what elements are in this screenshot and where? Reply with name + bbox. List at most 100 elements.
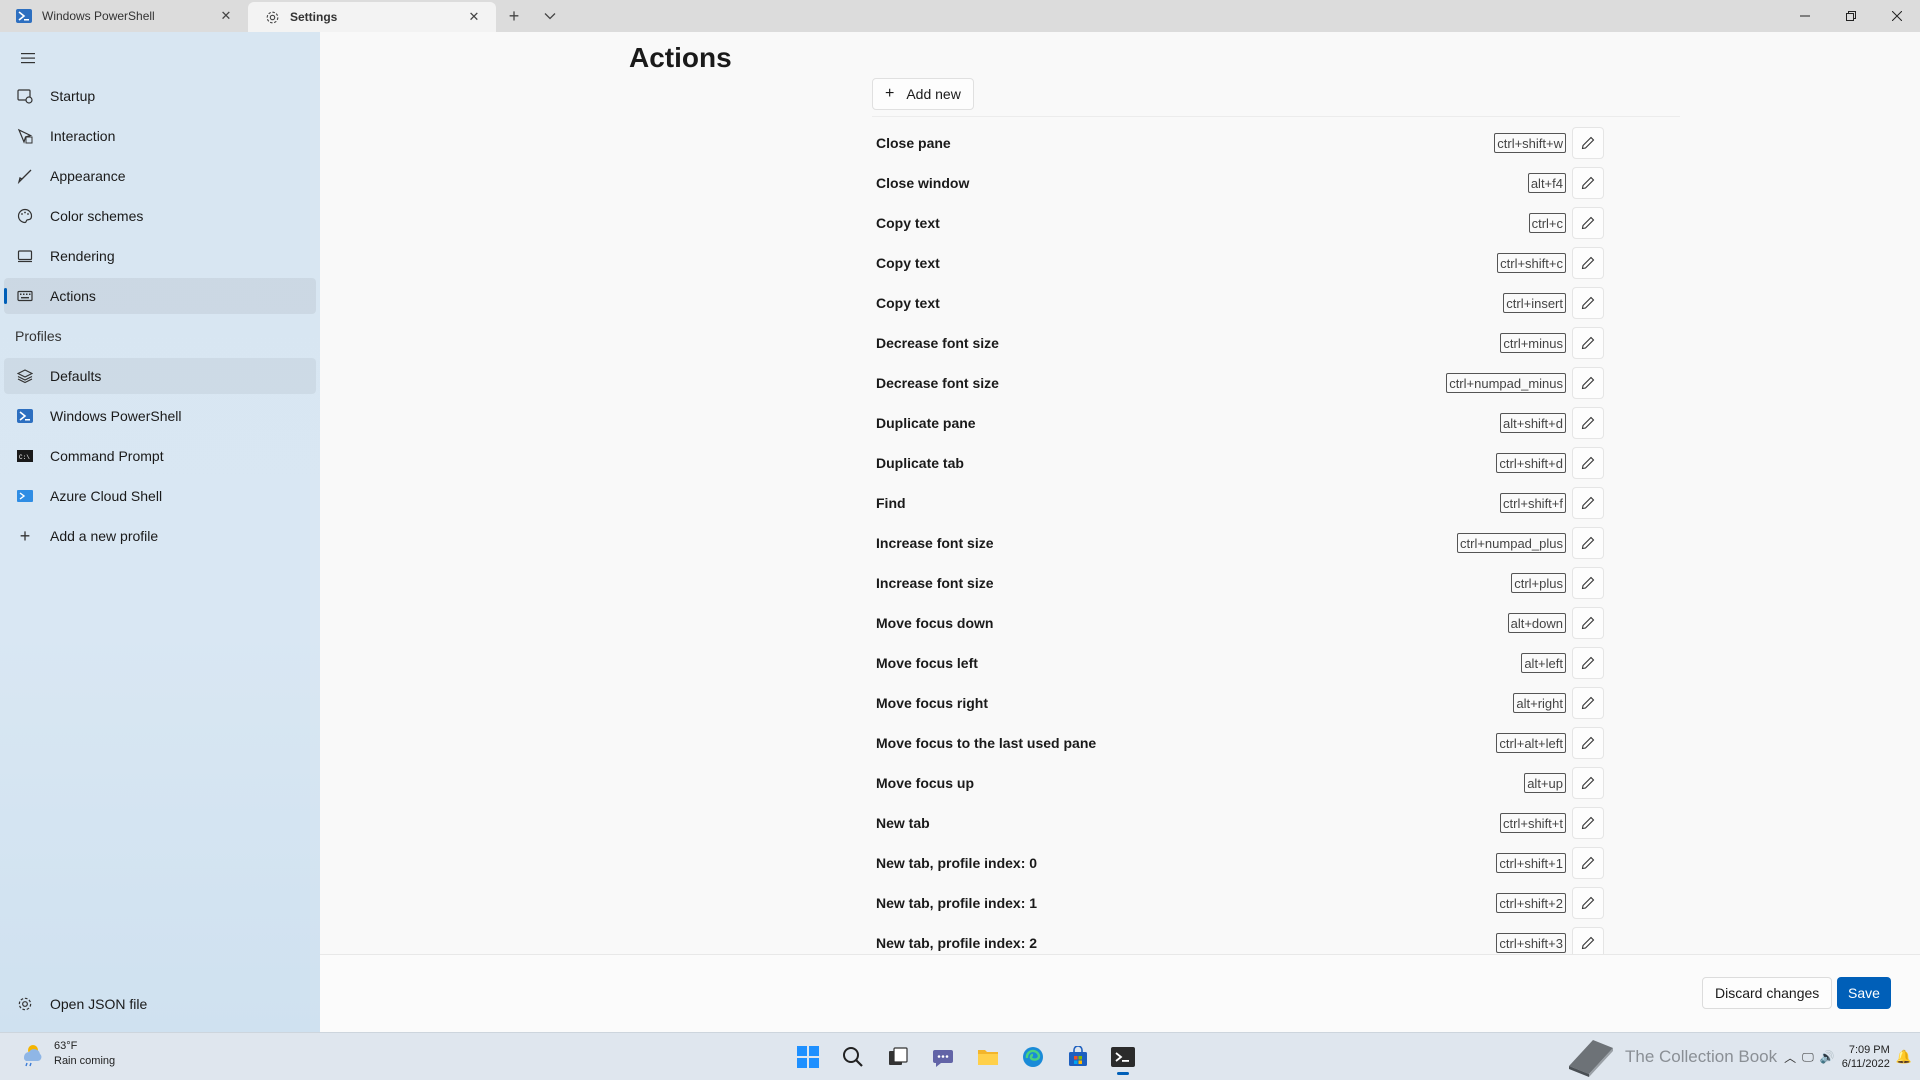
edit-action-button[interactable] <box>1572 287 1604 319</box>
actions-list: Close pane ctrl+shift+w Close window alt+f4… <box>876 123 1604 985</box>
weather-widget[interactable]: 63°F Rain coming <box>16 1039 115 1069</box>
key-chord: alt+right <box>1513 693 1566 713</box>
sidebar-item-label: Appearance <box>50 168 126 184</box>
edit-action-button[interactable] <box>1572 367 1604 399</box>
edit-action-button[interactable] <box>1572 607 1604 639</box>
terminal-button[interactable] <box>1103 1039 1143 1075</box>
action-row[interactable]: Decrease font size ctrl+numpad_minus <box>876 363 1604 403</box>
sidebar-item-interaction[interactable]: Interaction <box>4 118 316 154</box>
sidebar-item-windows-powershell[interactable]: Windows PowerShell <box>4 398 316 434</box>
sidebar-item-appearance[interactable]: Appearance <box>4 158 316 194</box>
pencil-icon <box>1581 616 1595 630</box>
edit-action-button[interactable] <box>1572 527 1604 559</box>
edit-action-button[interactable] <box>1572 247 1604 279</box>
action-row[interactable]: New tab, profile index: 0 ctrl+shift+1 <box>876 843 1604 883</box>
store-button[interactable] <box>1058 1039 1098 1075</box>
close-icon[interactable]: ✕ <box>464 7 484 27</box>
file-explorer-button[interactable] <box>968 1039 1008 1075</box>
action-name: Move focus down <box>876 615 994 631</box>
hamburger-menu-button[interactable] <box>8 42 48 74</box>
key-chord: alt+left <box>1521 653 1566 673</box>
action-row[interactable]: Duplicate tab ctrl+shift+d <box>876 443 1604 483</box>
edit-action-button[interactable] <box>1572 887 1604 919</box>
action-row[interactable]: Increase font size ctrl+plus <box>876 563 1604 603</box>
sidebar-item-rendering[interactable]: Rendering <box>4 238 316 274</box>
sidebar-item-azure-cloud-shell[interactable]: Azure Cloud Shell <box>4 478 316 514</box>
sidebar-item-startup[interactable]: Startup <box>4 78 316 114</box>
pencil-icon <box>1581 536 1595 550</box>
action-row[interactable]: Decrease font size ctrl+minus <box>876 323 1604 363</box>
teams-chat-button[interactable] <box>923 1039 963 1075</box>
action-row[interactable]: Move focus right alt+right <box>876 683 1604 723</box>
save-button[interactable]: Save <box>1837 977 1891 1009</box>
action-row[interactable]: Close pane ctrl+shift+w <box>876 123 1604 163</box>
action-row[interactable]: Move focus up alt+up <box>876 763 1604 803</box>
minimize-button[interactable] <box>1782 0 1828 32</box>
tab-settings[interactable]: Settings ✕ <box>248 2 496 32</box>
sidebar-item-actions[interactable]: Actions <box>4 278 316 314</box>
task-view-button[interactable] <box>878 1039 918 1075</box>
chevron-up-icon[interactable]: ︿ <box>1784 1049 1796 1066</box>
tray-icons[interactable]: ︿ 🖵 🔊 <box>1781 1049 1838 1066</box>
pencil-icon <box>1581 376 1595 390</box>
edit-action-button[interactable] <box>1572 647 1604 679</box>
action-row[interactable]: New tab, profile index: 1 ctrl+shift+2 <box>876 883 1604 923</box>
footer-bar: Discard changes Save <box>320 954 1920 1032</box>
search-icon <box>843 1047 863 1067</box>
weather-description: Rain coming <box>54 1055 116 1067</box>
sidebar: Startup Interaction Appearance Color sch… <box>0 32 320 1032</box>
edit-action-button[interactable] <box>1572 807 1604 839</box>
action-row[interactable]: Copy text ctrl+c <box>876 203 1604 243</box>
clock[interactable]: 7:09 PM 6/11/2022 <box>1842 1043 1890 1071</box>
discard-changes-button[interactable]: Discard changes <box>1702 977 1833 1009</box>
edit-action-button[interactable] <box>1572 487 1604 519</box>
edit-action-button[interactable] <box>1572 567 1604 599</box>
edit-action-button[interactable] <box>1572 407 1604 439</box>
action-row[interactable]: Find ctrl+shift+f <box>876 483 1604 523</box>
action-row[interactable]: Close window alt+f4 <box>876 163 1604 203</box>
start-button[interactable] <box>788 1039 828 1075</box>
tab-dropdown-button[interactable] <box>532 0 568 32</box>
action-row[interactable]: Move focus left alt+left <box>876 643 1604 683</box>
restore-button[interactable] <box>1828 0 1874 32</box>
key-chord: ctrl+shift+3 <box>1496 933 1566 953</box>
weather-temperature: 63°F <box>54 1040 78 1052</box>
edit-action-button[interactable] <box>1572 207 1604 239</box>
search-button[interactable] <box>833 1039 873 1075</box>
action-row[interactable]: Copy text ctrl+shift+c <box>876 243 1604 283</box>
action-row[interactable]: Duplicate pane alt+shift+d <box>876 403 1604 443</box>
edit-action-button[interactable] <box>1572 447 1604 479</box>
close-window-button[interactable] <box>1874 0 1920 32</box>
edit-action-button[interactable] <box>1572 767 1604 799</box>
edit-action-button[interactable] <box>1572 727 1604 759</box>
action-row[interactable]: New tab ctrl+shift+t <box>876 803 1604 843</box>
sidebar-item-color-schemes[interactable]: Color schemes <box>4 198 316 234</box>
edit-action-button[interactable] <box>1572 847 1604 879</box>
sidebar-item-defaults[interactable]: Defaults <box>4 358 316 394</box>
sidebar-item-add-new-profile[interactable]: + Add a new profile <box>4 518 316 554</box>
volume-icon[interactable]: 🔊 <box>1820 1050 1835 1064</box>
notification-icon[interactable]: 🔔 <box>1896 1049 1912 1065</box>
sidebar-item-command-prompt[interactable]: C:\ Command Prompt <box>4 438 316 474</box>
edge-browser-button[interactable] <box>1013 1039 1053 1075</box>
action-row[interactable]: Increase font size ctrl+numpad_plus <box>876 523 1604 563</box>
close-icon[interactable]: ✕ <box>216 6 236 26</box>
pencil-icon <box>1581 176 1595 190</box>
network-icon[interactable]: 🖵 <box>1802 1050 1814 1065</box>
edit-action-button[interactable] <box>1572 327 1604 359</box>
pencil-icon <box>1581 216 1595 230</box>
key-chord: alt+shift+d <box>1500 413 1566 433</box>
sidebar-item-label: Add a new profile <box>50 528 159 544</box>
tab-label: Settings <box>290 10 338 24</box>
action-row[interactable]: Copy text ctrl+insert <box>876 283 1604 323</box>
open-json-file-button[interactable]: Open JSON file <box>4 986 316 1022</box>
action-row[interactable]: Move focus to the last used pane ctrl+alt… <box>876 723 1604 763</box>
tab-windows-powershell[interactable]: Windows PowerShell ✕ <box>0 0 248 32</box>
action-row[interactable]: Move focus down alt+down <box>876 603 1604 643</box>
book-logo-icon <box>1563 1034 1619 1080</box>
edit-action-button[interactable] <box>1572 127 1604 159</box>
add-new-button[interactable]: + Add new <box>872 78 974 110</box>
new-tab-button[interactable]: + <box>496 0 532 32</box>
edit-action-button[interactable] <box>1572 167 1604 199</box>
edit-action-button[interactable] <box>1572 687 1604 719</box>
